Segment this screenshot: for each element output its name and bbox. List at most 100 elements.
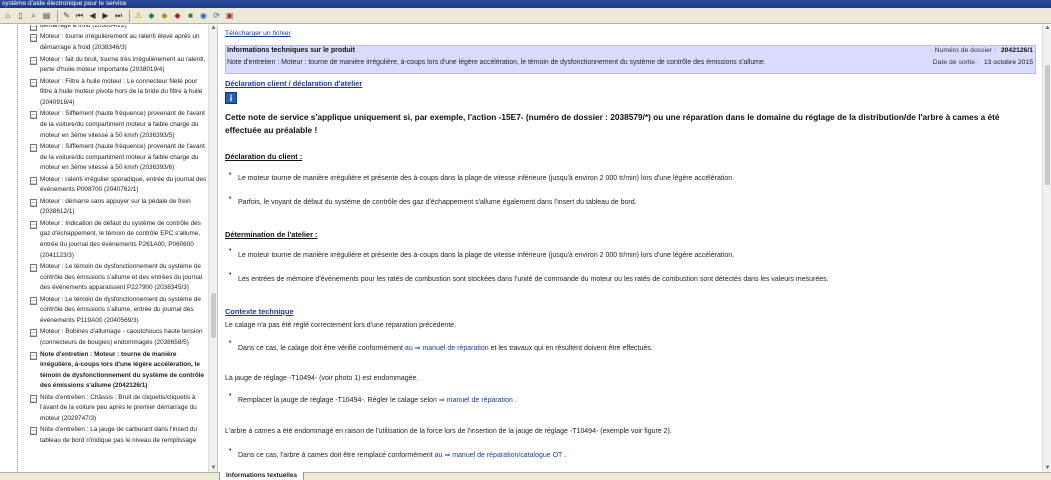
bottom-tabbar: Informations textuelles bbox=[0, 472, 1051, 480]
scroll-up-icon[interactable]: ▲ bbox=[210, 25, 217, 32]
tree-item[interactable]: Moteur : fait du bruit, tourne très irré… bbox=[30, 55, 208, 76]
back-doc-icon[interactable]: ▯ bbox=[15, 10, 26, 21]
atelier-bullet-1: Le moteur tourne de manière irrégulière … bbox=[238, 252, 735, 259]
scroll-up-icon[interactable]: ▲ bbox=[1044, 25, 1051, 32]
document-icon bbox=[30, 198, 37, 207]
contexte-paragraph-1: Le calage n'a pas été réglé correctement… bbox=[225, 322, 457, 329]
tree-item-label: Note d'entretien : La jauge de carburant… bbox=[40, 426, 197, 445]
bullet: • bbox=[229, 195, 232, 202]
tree-item[interactable]: Moteur : Sifflement (haute fréquence) pr… bbox=[30, 109, 208, 141]
bullet: • bbox=[229, 171, 232, 178]
document-icon bbox=[30, 34, 37, 43]
warning-icon[interactable]: ⚠ bbox=[133, 10, 144, 21]
info-title: Informations techniques sur le produit bbox=[227, 47, 355, 54]
dossier-value: 2042126/1 bbox=[1000, 47, 1033, 54]
tree-item[interactable]: Moteur : tourne irrégulièrement au ralen… bbox=[30, 32, 208, 53]
download-link[interactable]: Télécharger un fichier bbox=[225, 30, 291, 37]
print-icon[interactable]: ▤ bbox=[41, 10, 52, 21]
tree-item[interactable]: Moteur : Filtre à huile moteur : Le conn… bbox=[30, 77, 208, 109]
document-icon bbox=[30, 143, 37, 152]
document-scroll-thumb[interactable] bbox=[1045, 65, 1050, 185]
contexte-heading: Contexte technique bbox=[225, 307, 294, 316]
tree-item[interactable]: Moteur : ralenti irrégulier sporadique, … bbox=[30, 175, 208, 196]
tree-item[interactable]: Note d'entretien : La jauge de carburant… bbox=[30, 425, 208, 446]
dvd-icon[interactable]: ◉ bbox=[198, 10, 209, 21]
search-icon[interactable]: ⌕ bbox=[28, 10, 39, 21]
tree-item[interactable]: Moteur : Indication de défaut du système… bbox=[30, 219, 208, 261]
home-icon[interactable]: ⌂ bbox=[2, 10, 13, 21]
contexte-b2-text: Remplacer la jauge de réglage -T10494-. … bbox=[238, 397, 437, 404]
client-heading: Déclaration du client : bbox=[225, 152, 303, 161]
last-icon[interactable]: ⏭ bbox=[113, 10, 124, 21]
contexte-paragraph-2: La jauge de réglage -T10494- (voir photo… bbox=[225, 375, 419, 382]
contexte-bullet-1: Dans ce cas, le calage doit être vérifié… bbox=[238, 344, 653, 352]
tree-item-label: Moteur : Filtre à huile moteur : Le conn… bbox=[40, 77, 203, 106]
repair-manual-catalog-link[interactable]: au ⇒ manuel de réparation/catalogue OT bbox=[435, 452, 563, 459]
next-icon[interactable]: ▶ bbox=[100, 10, 111, 21]
tree-item-label: Moteur : Bobines d'allumage - caoutchouc… bbox=[40, 328, 203, 347]
tree-item[interactable]: démarrage à froid (2038346/2) bbox=[30, 25, 208, 32]
bullet: • bbox=[229, 271, 232, 278]
car-yellow-icon[interactable]: ◆ bbox=[159, 10, 170, 21]
bullet: • bbox=[229, 447, 232, 454]
contexte-b3-rest: . bbox=[564, 452, 567, 459]
tree-item-label: Moteur : ralenti irrégulier sporadique, … bbox=[40, 175, 207, 194]
tree-item[interactable]: Moteur : Le témoin de dysfonctionnement … bbox=[30, 295, 208, 327]
tree-item[interactable]: Moteur : Bobines d'allumage - caoutchouc… bbox=[30, 327, 208, 348]
toolbar-separator bbox=[129, 9, 130, 22]
bullet: • bbox=[229, 392, 232, 399]
tree-item-label: Moteur : Sifflement (haute fréquence) pr… bbox=[40, 142, 205, 172]
edit-icon[interactable]: ✎ bbox=[61, 10, 72, 21]
tree-item[interactable]: Moteur : Le témoin de dysfonctionnement … bbox=[30, 262, 208, 294]
bullet: • bbox=[229, 247, 232, 254]
tree-item[interactable]: Note d'entretien : Moteur : tourne de ma… bbox=[30, 350, 208, 392]
scroll-down-icon[interactable]: ▼ bbox=[210, 465, 217, 472]
contexte-bullet-3: Dans ce cas, l'arbre à cames doit être r… bbox=[238, 451, 566, 459]
document-tree: démarrage à froid (2038346/2) Moteur : to… bbox=[0, 25, 218, 472]
tree-item-label: Moteur : tourne irrégulièrement au ralen… bbox=[40, 33, 200, 52]
contexte-bullet-2: Remplacer la jauge de réglage -T10494-. … bbox=[238, 396, 517, 404]
product-info-header: Informations techniques sur le produit N… bbox=[225, 45, 1036, 74]
document-icon bbox=[30, 56, 37, 65]
client-bullet-1: Le moteur tourne de manière irrégulière … bbox=[238, 175, 735, 182]
atelier-bullet-2: Les entrées de mémoire d'événements pour… bbox=[238, 276, 829, 283]
window-title: système d'aide électronique pour le serv… bbox=[0, 0, 1051, 8]
dossier-number: Numéro de dossier : 2042126/1 bbox=[935, 47, 1033, 54]
tree-item-label: Moteur : Le témoin de dysfonctionnement … bbox=[40, 263, 203, 292]
scroll-down-icon[interactable]: ▼ bbox=[1044, 465, 1051, 472]
document-icon bbox=[30, 427, 37, 436]
tree-scroll-thumb[interactable] bbox=[211, 293, 216, 338]
document-icon bbox=[30, 111, 37, 120]
prev-icon[interactable]: ◀ bbox=[87, 10, 98, 21]
info-note: Note d'entretien : Moteur : tourne de ma… bbox=[227, 59, 766, 66]
sync-icon[interactable]: ⟳ bbox=[211, 10, 222, 21]
toolbar: ⌂ ▯ ⌕ ▤ ✎ ⏮ ◀ ▶ ⏭ ⚠ ◆ ◆ ◆ ■ ◉ ⟳ ▣ bbox=[0, 8, 1051, 24]
repair-manual-link[interactable]: au ⇒ manuel de réparation bbox=[405, 345, 489, 352]
tree-item[interactable]: Moteur : Sifflement (haute fréquence) pr… bbox=[30, 142, 208, 174]
contexte-b1-text: Dans ce cas, le calage doit être vérifié… bbox=[238, 345, 403, 352]
atelier-heading: Détermination de l'atelier : bbox=[225, 230, 318, 239]
car-red-icon[interactable]: ◆ bbox=[172, 10, 183, 21]
repair-manual-link[interactable]: ⇒ manuel de réparation bbox=[439, 397, 513, 404]
bullet: • bbox=[229, 339, 232, 346]
tree-item-label: Moteur : Sifflement (haute fréquence) pr… bbox=[40, 110, 205, 139]
tree-item-label: Moteur : Indication de défaut du système… bbox=[40, 219, 201, 259]
tree-item[interactable]: Note d'entretien : Châssis : Bruit de cl… bbox=[30, 393, 208, 425]
release-date: Date de sortie : 13 octobre 2015 bbox=[933, 59, 1033, 66]
tab-text-info[interactable]: Informations textuelles bbox=[219, 472, 305, 480]
document-icon bbox=[30, 264, 37, 273]
car-green-icon[interactable]: ◆ bbox=[146, 10, 157, 21]
first-icon[interactable]: ⏮ bbox=[74, 10, 85, 21]
save-icon[interactable]: ▣ bbox=[224, 10, 235, 21]
document-scrollbar[interactable]: ▲ ▼ bbox=[1042, 25, 1051, 472]
tree-item[interactable]: Moteur : démarre sans appuyer sur la péd… bbox=[30, 197, 208, 218]
section-declaration-link[interactable]: Déclaration client / déclaration d'ateli… bbox=[225, 79, 362, 88]
truck-icon[interactable]: ■ bbox=[185, 10, 196, 21]
tree-scrollbar[interactable]: ▲ ▼ bbox=[208, 25, 217, 472]
document-icon bbox=[30, 220, 37, 229]
document-view: Télécharger un fichier Informations tech… bbox=[220, 25, 1042, 472]
document-icon bbox=[30, 394, 37, 403]
tree-item-label: Moteur : fait du bruit, tourne très irré… bbox=[40, 55, 206, 74]
tree-item-label: Note d'entretien : Châssis : Bruit de cl… bbox=[40, 393, 197, 422]
info-icon: i bbox=[225, 92, 237, 104]
